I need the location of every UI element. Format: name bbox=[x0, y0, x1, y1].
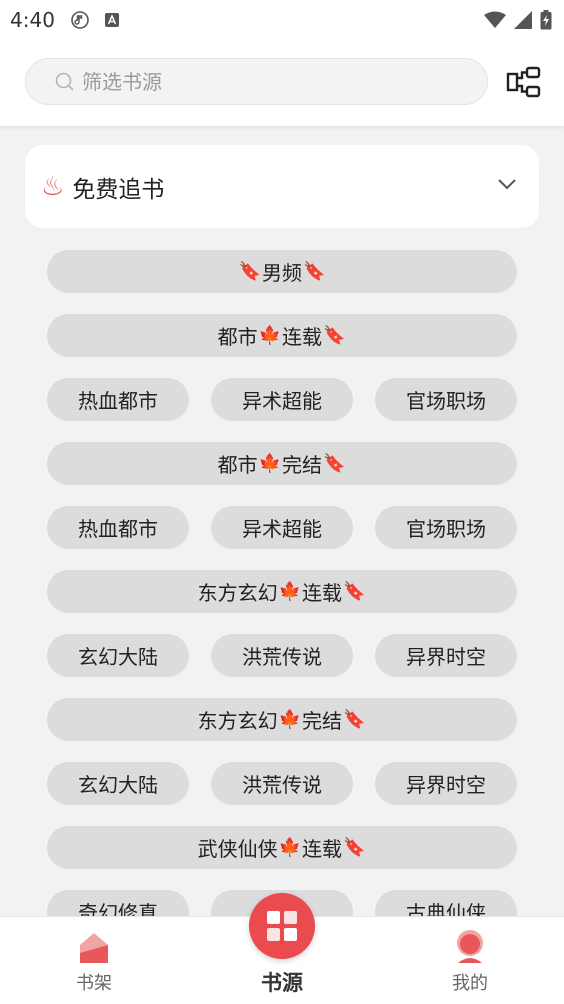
search-icon bbox=[55, 72, 74, 91]
a-box-icon bbox=[104, 13, 119, 27]
chevron-down-icon[interactable] bbox=[497, 177, 517, 191]
bookmark-icon: 🔖 bbox=[323, 325, 346, 346]
maple-leaf-icon: 🍁 bbox=[278, 581, 301, 602]
bookmark-icon: 🔖 bbox=[343, 837, 366, 858]
category-header-row: 东方玄幻 🍁 完结 🔖 bbox=[0, 698, 564, 762]
nav-bookshelf-label: 书架 bbox=[76, 973, 112, 994]
category-header-pill[interactable]: 🔖 男频 🔖 bbox=[47, 250, 517, 293]
genre-tag[interactable]: 异界时空 bbox=[375, 634, 517, 677]
profile-person-icon bbox=[457, 930, 483, 963]
signal-icon bbox=[514, 11, 532, 29]
category-header-text: 武侠仙侠 bbox=[197, 837, 278, 861]
source-selector[interactable]: ♨ 免费追书 bbox=[25, 145, 539, 228]
category-header-text: 连载 bbox=[282, 325, 322, 349]
genre-tag[interactable]: 洪荒传说 bbox=[211, 634, 353, 677]
category-header-pill[interactable]: 东方玄幻 🍁 连载 🔖 bbox=[47, 570, 517, 613]
category-header-text: 完结 bbox=[282, 453, 322, 477]
genre-tag[interactable]: 热血都市 bbox=[47, 378, 189, 421]
category-header-row: 都市 🍁 连载 🔖 bbox=[0, 314, 564, 378]
category-header-pill[interactable]: 东方玄幻 🍁 完结 🔖 bbox=[47, 698, 517, 741]
tag-row: 玄幻大陆 洪荒传说 异界时空 bbox=[0, 634, 564, 698]
category-header-text: 完结 bbox=[302, 709, 342, 733]
status-time: 4:40 bbox=[10, 8, 55, 32]
category-header-text: 男频 bbox=[262, 261, 302, 285]
battery-charging-icon bbox=[540, 10, 552, 30]
status-bar: 4:40 bbox=[0, 0, 564, 40]
tag-row: 玄幻大陆 洪荒传说 异界时空 bbox=[0, 762, 564, 826]
grid-squares-icon[interactable] bbox=[249, 893, 315, 959]
genre-tag[interactable]: 洪荒传说 bbox=[211, 762, 353, 805]
tag-row: 热血都市 异术超能 官场职场 bbox=[0, 506, 564, 570]
genre-tag[interactable]: 官场职场 bbox=[375, 506, 517, 549]
category-header-pill[interactable]: 武侠仙侠 🍁 连载 🔖 bbox=[47, 826, 517, 869]
genre-tag[interactable]: 异术超能 bbox=[211, 506, 353, 549]
search-input[interactable] bbox=[82, 69, 442, 94]
genre-tag[interactable]: 热血都市 bbox=[47, 506, 189, 549]
wifi-icon bbox=[484, 11, 506, 28]
maple-leaf-icon: 🍁 bbox=[258, 325, 281, 346]
genre-tag[interactable]: 玄幻大陆 bbox=[47, 634, 189, 677]
bookmark-icon: 🔖 bbox=[323, 453, 346, 474]
genre-tag[interactable]: 玄幻大陆 bbox=[47, 762, 189, 805]
nav-mine[interactable]: 我的 bbox=[400, 917, 540, 1004]
music-note-icon bbox=[71, 11, 89, 29]
genre-tag[interactable]: 异术超能 bbox=[211, 378, 353, 421]
category-header-pill[interactable]: 都市 🍁 连载 🔖 bbox=[47, 314, 517, 357]
category-header-pill[interactable]: 都市 🍁 完结 🔖 bbox=[47, 442, 517, 485]
category-header-row: 武侠仙侠 🍁 连载 🔖 bbox=[0, 826, 564, 890]
genre-tag[interactable]: 异界时空 bbox=[375, 762, 517, 805]
category-header-text: 东方玄幻 bbox=[197, 709, 278, 733]
nav-bookshelf[interactable]: 书架 bbox=[24, 917, 164, 1004]
maple-leaf-icon: 🍁 bbox=[278, 709, 301, 730]
nav-source-label: 书源 bbox=[261, 971, 303, 995]
bookmark-icon: 🔖 bbox=[303, 261, 326, 282]
category-header-text: 连载 bbox=[302, 581, 342, 605]
category-tag-list: 🔖 男频 🔖 都市 🍁 连载 🔖 热血都市 异术超能 官场职场 都市 🍁 完结 🔖 热血都市 异术超能 官场职场… bbox=[0, 250, 564, 954]
hot-springs-icon: ♨ bbox=[41, 171, 65, 202]
genre-tag[interactable]: 官场职场 bbox=[375, 378, 517, 421]
bookmark-icon: 🔖 bbox=[238, 261, 261, 282]
top-bar bbox=[0, 40, 564, 126]
category-header-row: 东方玄幻 🍁 连载 🔖 bbox=[0, 570, 564, 634]
bookmark-icon: 🔖 bbox=[343, 709, 366, 730]
share-nodes-icon[interactable] bbox=[506, 66, 542, 98]
tag-row: 热血都市 异术超能 官场职场 bbox=[0, 378, 564, 442]
grid-squares-glyph bbox=[267, 911, 297, 941]
maple-leaf-icon: 🍁 bbox=[278, 837, 301, 858]
category-header-row: 都市 🍁 完结 🔖 bbox=[0, 442, 564, 506]
category-header-text: 连载 bbox=[302, 837, 342, 861]
category-header-row: 🔖 男频 🔖 bbox=[0, 250, 564, 314]
search-box[interactable] bbox=[25, 58, 488, 105]
maple-leaf-icon: 🍁 bbox=[258, 453, 281, 474]
category-header-text: 东方玄幻 bbox=[197, 581, 278, 605]
bookshelf-house-icon bbox=[80, 933, 108, 963]
category-header-text: 都市 bbox=[217, 453, 258, 477]
bookmark-icon: 🔖 bbox=[343, 581, 366, 602]
category-header-text: 都市 bbox=[217, 325, 258, 349]
source-title: 免费追书 bbox=[72, 176, 165, 203]
nav-mine-label: 我的 bbox=[452, 973, 488, 994]
